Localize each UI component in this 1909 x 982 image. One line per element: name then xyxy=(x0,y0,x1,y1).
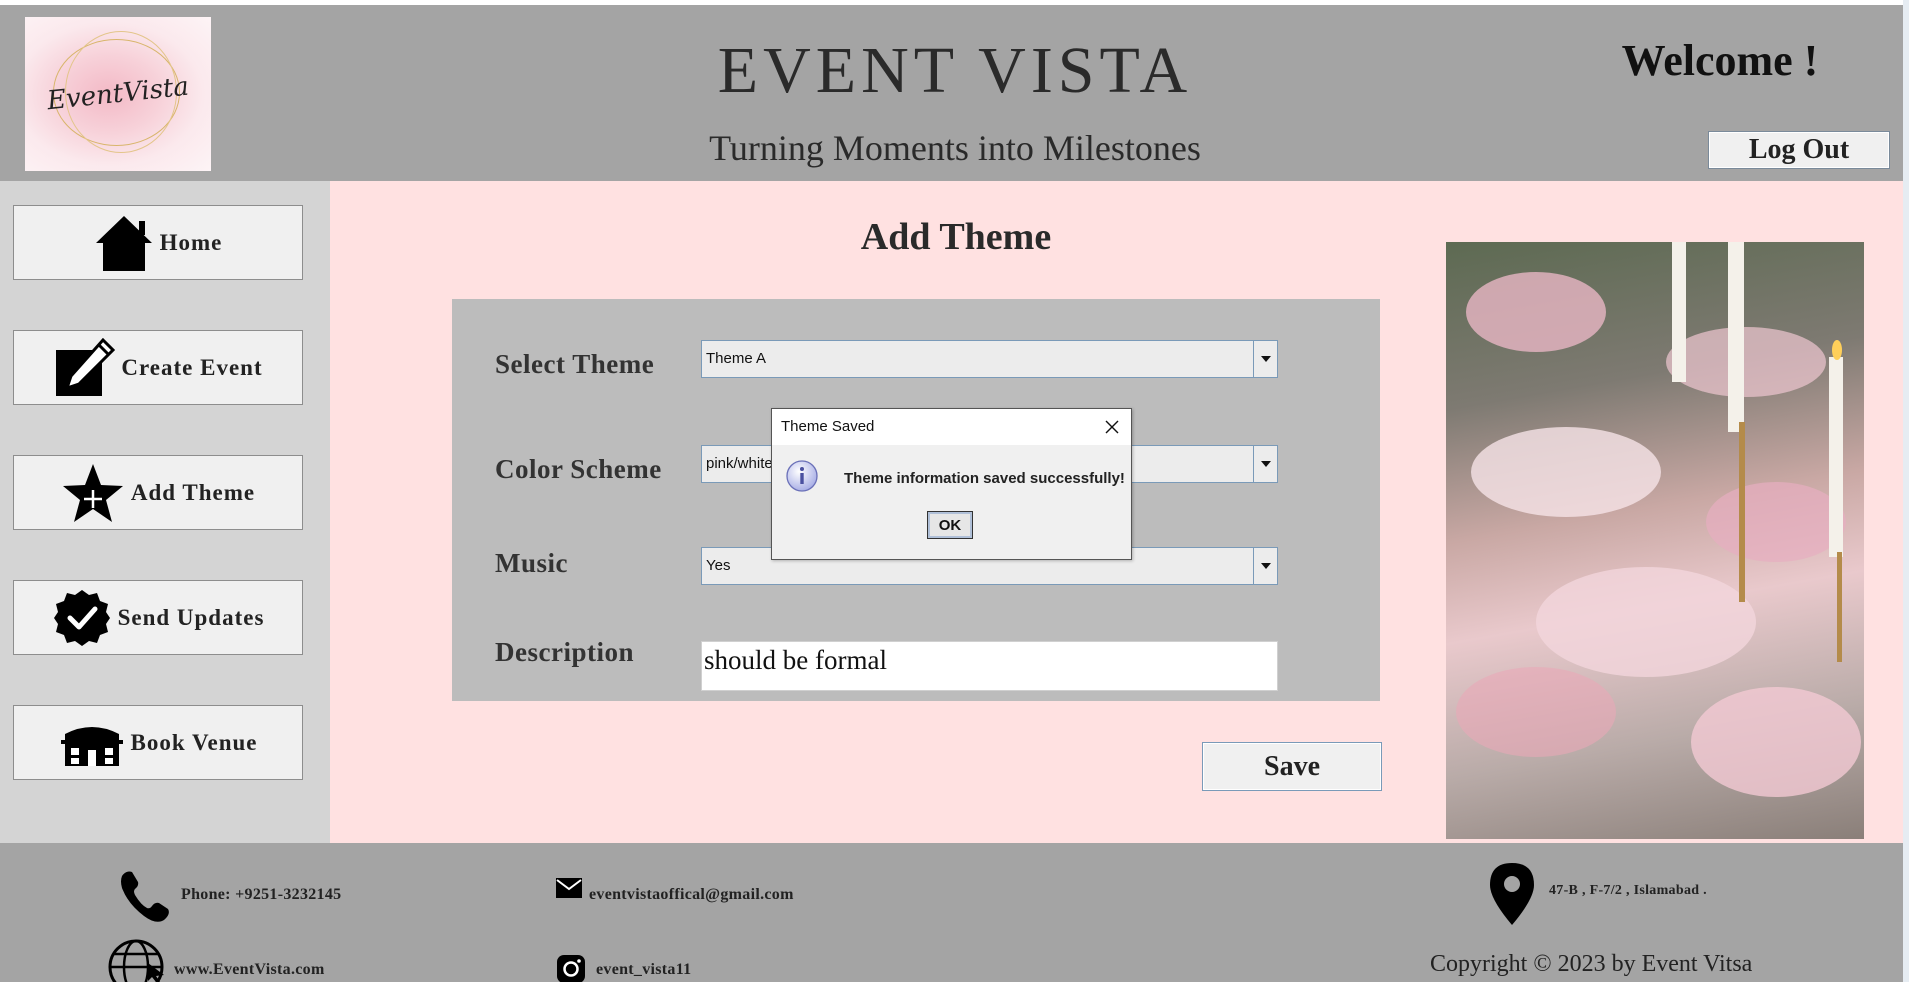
footer-email[interactable]: eventvistaoffical@gmail.com xyxy=(589,886,794,904)
dialog-message: Theme information saved successfully! xyxy=(844,470,1125,487)
sidebar-item-send-updates[interactable]: Send Updates xyxy=(13,580,303,655)
color-scheme-label: Color Scheme xyxy=(495,454,662,484)
star-plus-icon xyxy=(62,463,123,522)
footer-website[interactable]: www.EventVista.com xyxy=(174,961,325,979)
music-select-value: Yes xyxy=(706,557,731,574)
sidebar-item-book-venue[interactable]: Book Venue xyxy=(13,705,303,780)
sidebar-item-create-event[interactable]: Create Event xyxy=(13,330,303,405)
theme-label: Select Theme xyxy=(495,349,655,379)
color-scheme-select-value: pink/white xyxy=(706,455,773,472)
verified-badge-icon xyxy=(53,589,110,646)
sidebar-item-label: Create Event xyxy=(121,354,263,380)
theme-select-value: Theme A xyxy=(706,350,767,367)
description-label: Description xyxy=(495,637,634,667)
app-window: EventVista EVENT VISTA Turning Moments i… xyxy=(0,5,1903,982)
sidebar-item-label: Home xyxy=(159,229,223,255)
logout-button[interactable]: Log Out xyxy=(1708,131,1890,169)
chevron-down-icon[interactable] xyxy=(1253,341,1277,377)
footer: Phone: +9251-3232145 eventvistaoffical@g… xyxy=(0,843,1903,982)
home-icon xyxy=(95,215,152,271)
chevron-down-icon[interactable] xyxy=(1253,446,1277,482)
window-edge xyxy=(1903,0,1909,982)
info-icon xyxy=(786,460,818,492)
chevron-down-icon[interactable] xyxy=(1253,548,1277,584)
theme-saved-dialog: Theme Saved Theme information saved succ… xyxy=(771,408,1132,560)
music-label: Music xyxy=(495,548,568,578)
sidebar-item-home[interactable]: Home xyxy=(13,205,303,280)
description-field[interactable]: should be formal xyxy=(701,641,1278,691)
sidebar-item-label: Book Venue xyxy=(130,729,258,755)
instagram-icon xyxy=(557,955,585,982)
sidebar-item-label: Send Updates xyxy=(117,604,265,630)
dialog-title: Theme Saved xyxy=(781,418,875,435)
dialog-titlebar[interactable]: Theme Saved xyxy=(772,409,1131,445)
footer-copyright: Copyright © 2023 by Event Vitsa xyxy=(1430,951,1753,977)
footer-instagram[interactable]: event_vista11 xyxy=(596,961,691,979)
brand-tagline: Turning Moments into Milestones xyxy=(709,128,1201,168)
save-button[interactable]: Save xyxy=(1202,742,1382,791)
page-title: Add Theme xyxy=(860,216,1052,258)
footer-address: 47-B , F-7/2 , Islamabad . xyxy=(1549,883,1707,898)
building-icon xyxy=(60,726,123,766)
close-icon[interactable] xyxy=(1103,418,1121,436)
brand-title: EVENT VISTA xyxy=(717,34,1193,107)
theme-photo xyxy=(1446,242,1864,839)
brand-logo: EventVista xyxy=(25,17,211,171)
sidebar: Home Create Event Add Theme Send Updates… xyxy=(0,181,330,843)
edit-icon xyxy=(56,337,116,396)
ok-button[interactable]: OK xyxy=(927,511,973,539)
phone-icon xyxy=(121,871,169,922)
footer-phone: Phone: +9251-3232145 xyxy=(181,886,342,903)
location-pin-icon xyxy=(1490,863,1534,925)
header: EventVista EVENT VISTA Turning Moments i… xyxy=(0,5,1903,181)
globe-cursor-icon xyxy=(108,939,164,982)
theme-select[interactable]: Theme A xyxy=(701,340,1278,378)
sidebar-item-label: Add Theme xyxy=(130,479,256,505)
welcome-text: Welcome ! xyxy=(1621,36,1819,85)
mail-icon xyxy=(556,878,582,898)
sidebar-item-add-theme[interactable]: Add Theme xyxy=(13,455,303,530)
